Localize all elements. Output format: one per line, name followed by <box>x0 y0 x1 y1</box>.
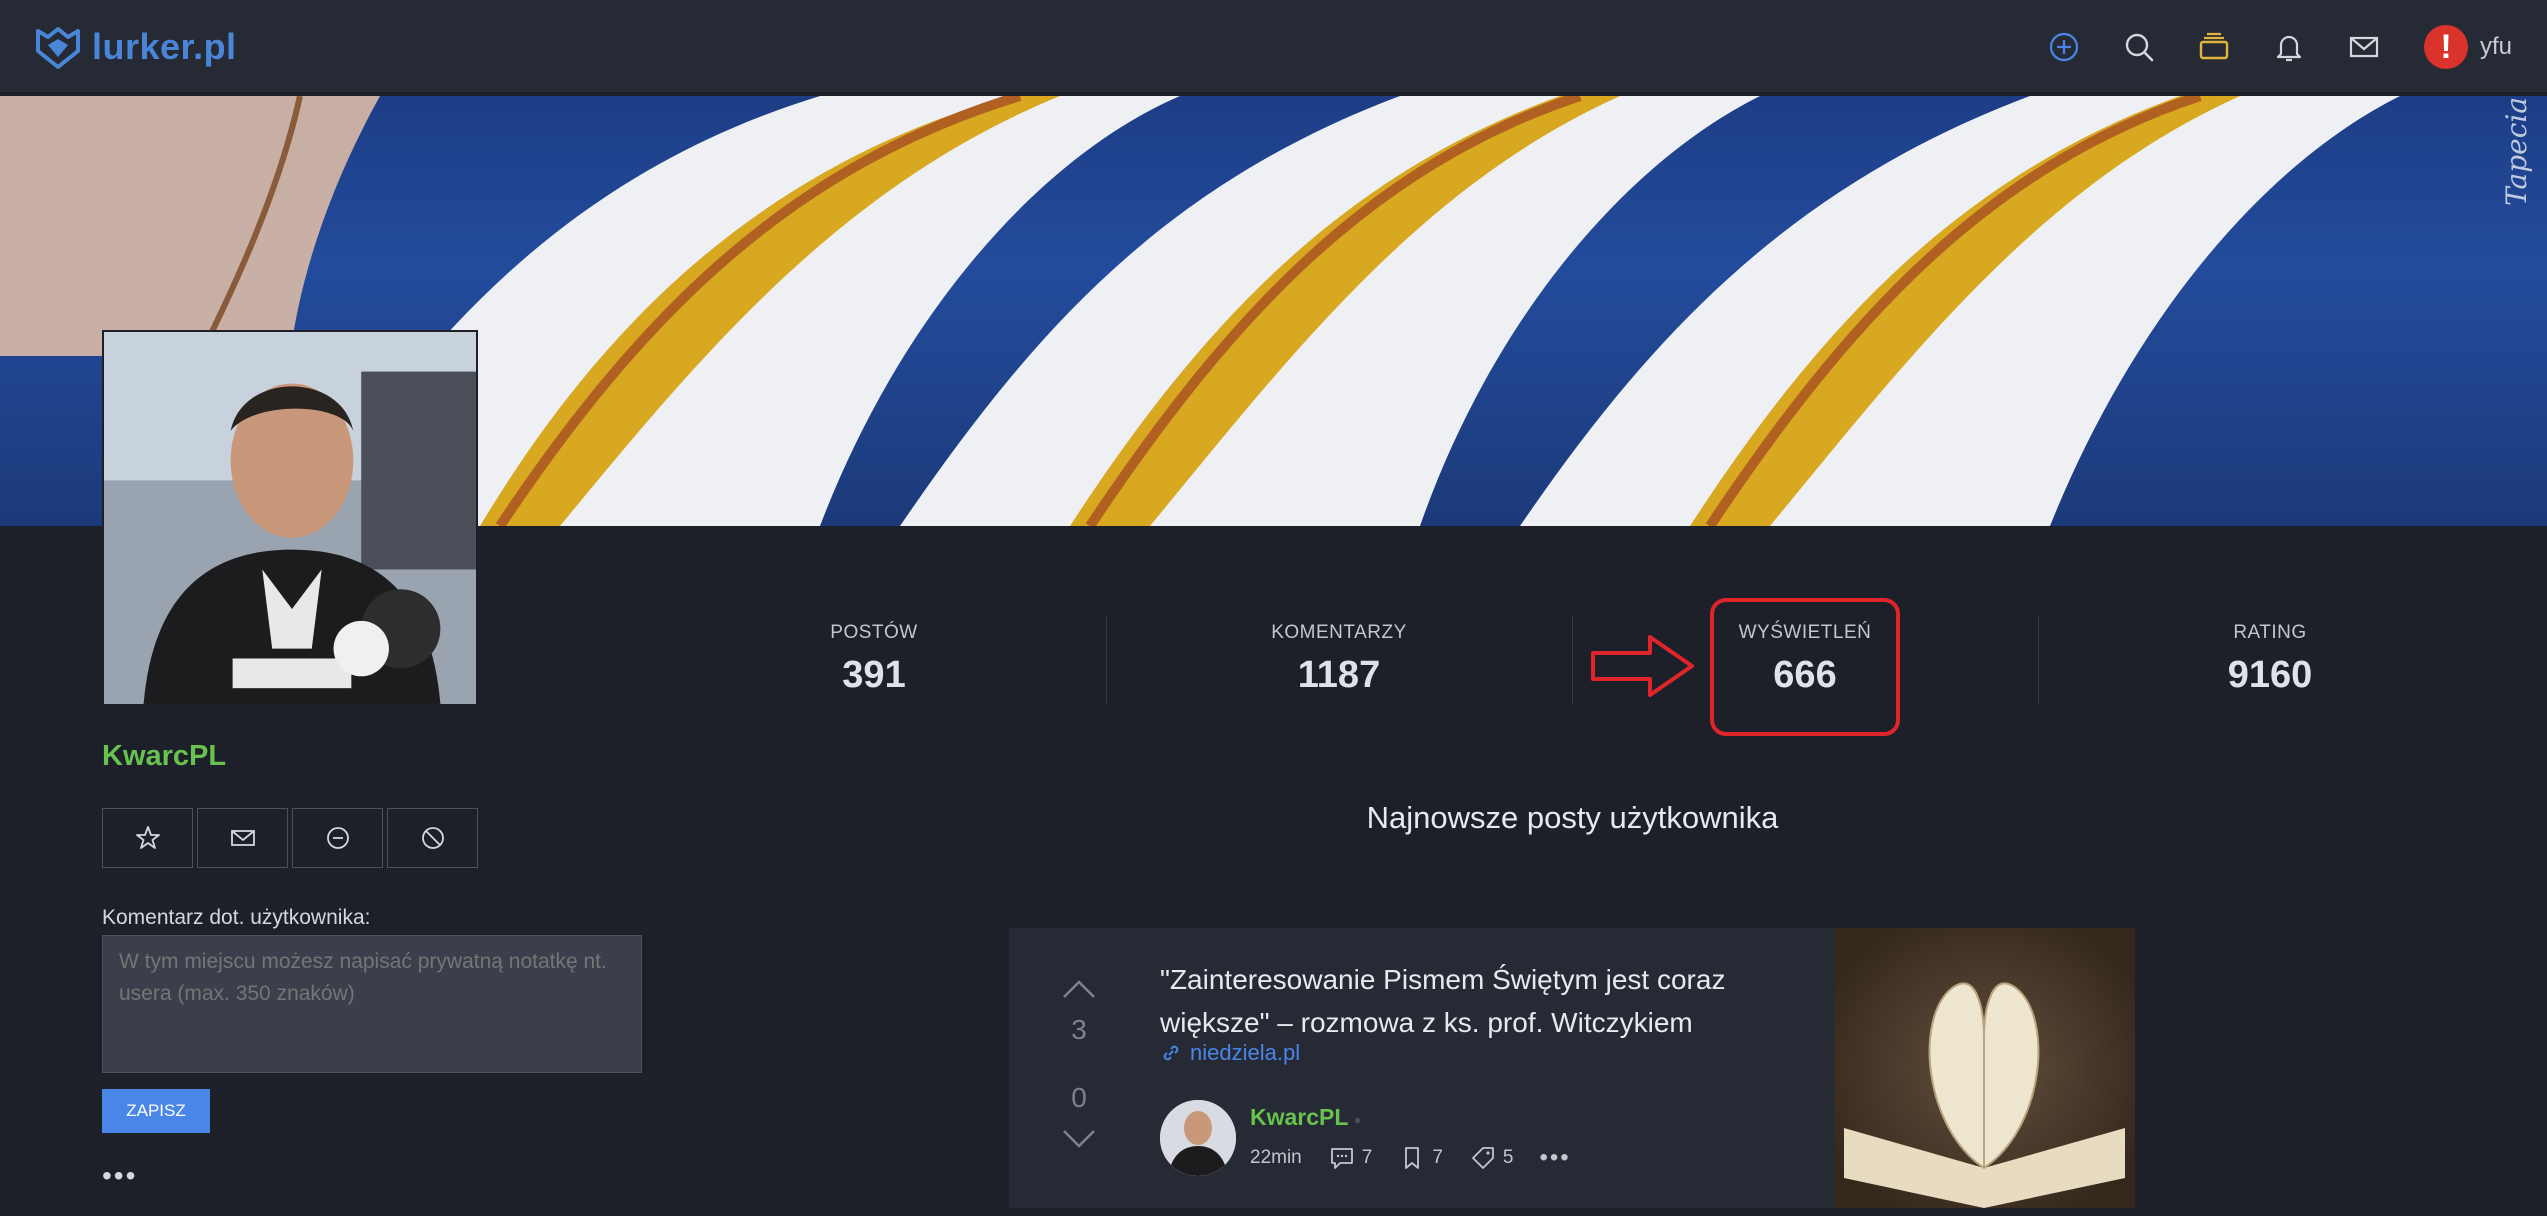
minus-circle-icon <box>326 827 349 849</box>
stat-rating-value: 9160 <box>2227 654 2313 696</box>
search-icon <box>2125 33 2154 62</box>
search-button[interactable] <box>2119 27 2159 67</box>
post-source-text: niedziela.pl <box>1190 1040 1301 1065</box>
collections-button[interactable] <box>2194 27 2234 67</box>
post-time: 22min <box>1250 1147 1302 1168</box>
note-label: Komentarz dot. użytkownika: <box>102 906 371 929</box>
stat-posts: POSTÓW 391 <box>724 622 1024 697</box>
post-tags[interactable]: 5 <box>1469 1144 1514 1172</box>
highlight-box <box>1710 598 1900 736</box>
brand-logo[interactable]: lurker.pl <box>34 22 237 72</box>
profile-more-button[interactable]: ••• <box>102 1160 137 1192</box>
mute-user-button[interactable] <box>292 808 383 868</box>
post-source-link[interactable]: niedziela.pl <box>1160 1040 1300 1066</box>
stat-rating: RATING 9160 <box>2120 622 2420 697</box>
profile-username: KwarcPL <box>102 740 227 772</box>
plus-circle-icon <box>2049 32 2079 62</box>
stat-rating-label: RATING <box>2233 622 2307 643</box>
stat-divider <box>1106 615 1107 705</box>
upvote-count: 3 <box>1071 1014 1087 1045</box>
comment-icon <box>1330 1148 1353 1169</box>
author-status-dot: ● <box>1354 1113 1362 1127</box>
folder-icon <box>2199 32 2229 60</box>
posts-section-title: Najnowsze posty użytkownika <box>1366 800 1779 835</box>
mail-icon <box>230 830 255 846</box>
downvote-count: 0 <box>1071 1082 1087 1113</box>
stat-comments: KOMENTARZY 1187 <box>1189 622 1489 697</box>
post-comments[interactable]: 7 <box>1328 1144 1373 1172</box>
stat-comments-label: KOMENTARZY <box>1271 622 1407 643</box>
post-tags-count: 5 <box>1502 1147 1514 1168</box>
mail-icon <box>2349 36 2379 58</box>
follow-button[interactable] <box>102 808 193 868</box>
block-user-button[interactable] <box>387 808 478 868</box>
downvote-icon[interactable] <box>1061 1128 1097 1150</box>
profile-avatar <box>102 330 478 706</box>
shield-logo-icon <box>36 27 80 69</box>
arrow-right-icon <box>1591 635 1694 697</box>
book-heart-image <box>1834 928 2135 1208</box>
brand-name: lurker.pl <box>92 26 237 67</box>
post-author-avatar[interactable] <box>1160 1100 1236 1176</box>
star-icon <box>135 826 160 849</box>
stat-posts-label: POSTÓW <box>830 622 918 643</box>
stat-comments-value: 1187 <box>1297 654 1381 696</box>
user-avatar-glyph: ! <box>2440 28 2452 66</box>
stat-divider <box>2038 615 2039 705</box>
profile-photo-image <box>104 332 476 704</box>
bookmark-icon <box>1405 1147 1420 1169</box>
bell-icon <box>2276 35 2302 62</box>
messages-button[interactable] <box>2344 27 2384 67</box>
notifications-button[interactable] <box>2269 27 2309 67</box>
save-note-button[interactable]: ZAPISZ <box>102 1089 210 1133</box>
user-menu[interactable]: ! yfu <box>2424 22 2512 72</box>
vote-column: 3 0 <box>1049 978 1109 1150</box>
post-thumbnail[interactable] <box>1834 928 2135 1208</box>
upvote-icon[interactable] <box>1061 978 1097 1000</box>
post-bookmarks-count: 7 <box>1432 1147 1443 1168</box>
stat-divider <box>1572 615 1573 705</box>
send-message-button[interactable] <box>197 808 288 868</box>
tag-icon <box>1472 1147 1494 1169</box>
user-avatar: ! <box>2424 25 2468 69</box>
add-post-button[interactable] <box>2044 27 2084 67</box>
post-title[interactable]: "Zainteresowanie Pismem Świętym jest cor… <box>1160 958 1740 1044</box>
post-more-button[interactable]: ••• <box>1539 1144 1570 1172</box>
post-comments-count: 7 <box>1361 1147 1373 1168</box>
post-card: 3 0 "Zainteresowanie Pismem Świętym jest… <box>1009 928 2135 1208</box>
author-avatar-image <box>1160 1100 1236 1176</box>
post-meta: 22min 7 7 5 ••• <box>1250 1144 1587 1172</box>
top-nav-bar: lurker.pl ! yfu <box>0 0 2547 94</box>
post-author-name[interactable]: KwarcPL <box>1250 1104 1348 1131</box>
private-note-input[interactable] <box>102 935 642 1073</box>
stat-posts-value: 391 <box>842 654 906 696</box>
block-icon <box>421 827 444 849</box>
post-bookmarks[interactable]: 7 <box>1398 1144 1443 1172</box>
profile-actions <box>102 808 478 868</box>
link-icon <box>1163 1045 1179 1061</box>
user-name: yfu <box>2480 33 2513 60</box>
banner-watermark: Tapeciarnia.pl <box>2500 96 2533 206</box>
